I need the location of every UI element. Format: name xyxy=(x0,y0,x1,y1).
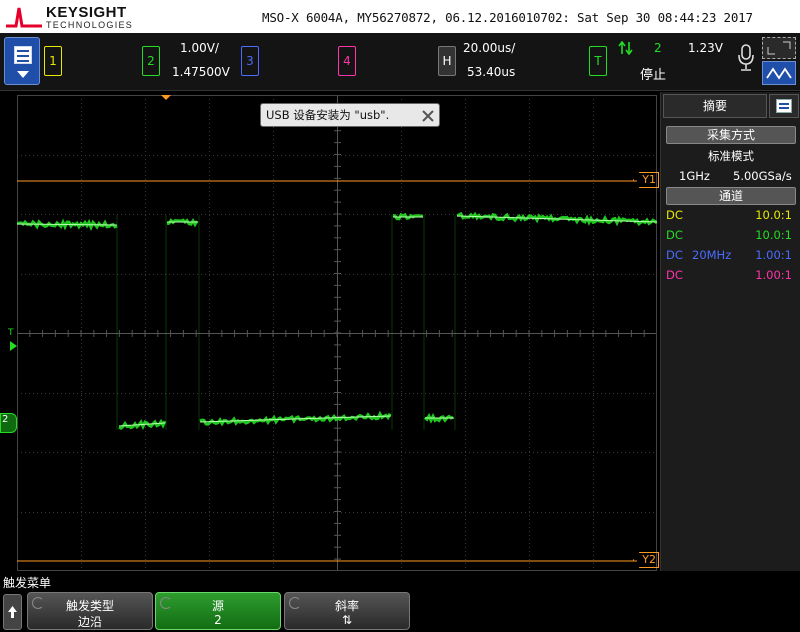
summary-panel: 摘要 采集方式 标准模式 1GHz 5.00GSa/s 通道 DC 10.0:1 D… xyxy=(660,92,800,571)
channel-2-button[interactable]: 2 xyxy=(142,46,160,76)
channel-2-scale[interactable]: 1.00V/ xyxy=(180,41,219,55)
trigger-position-marker-icon[interactable] xyxy=(160,95,172,100)
usb-notification-text: USB 设备安装为 "usb". xyxy=(266,108,389,122)
softkey-bar: 触发类型 边沿 源 2 斜率 ⇅ xyxy=(0,590,800,632)
channel-2-ground-marker[interactable]: 2 xyxy=(0,413,17,433)
softkey-trigger-type-label: 触发类型 xyxy=(28,597,152,614)
waveform-display[interactable] xyxy=(17,95,657,571)
chevron-down-icon xyxy=(17,71,29,78)
acquisition-section-header[interactable]: 采集方式 xyxy=(666,126,796,144)
channel-row-bandwidth-limit: 20MHz xyxy=(692,248,731,262)
channel-1-button[interactable]: 1 xyxy=(44,46,62,76)
softkey-trigger-type-value: 边沿 xyxy=(28,613,152,630)
softkey-trigger-type[interactable]: 触发类型 边沿 xyxy=(27,592,153,630)
channel-row-coupling: DC xyxy=(666,228,683,242)
channel-4-button[interactable]: 4 xyxy=(338,46,356,76)
softkey-source[interactable]: 源 2 xyxy=(155,592,281,630)
acquisition-mode: 标准模式 xyxy=(661,148,800,164)
brand-subtitle: TECHNOLOGIES xyxy=(46,20,133,30)
top-header-bar: KEYSIGHT TECHNOLOGIES MSO-X 6004A, MY562… xyxy=(0,0,800,33)
back-button[interactable] xyxy=(3,594,22,630)
channel-row-coupling: DC xyxy=(666,268,683,282)
menu-icon xyxy=(14,46,32,64)
horizontal-button[interactable]: H xyxy=(438,46,456,76)
channel-row-probe-ratio: 1.00:1 xyxy=(755,248,792,262)
channel-row-probe-ratio: 10.0:1 xyxy=(755,208,792,222)
channel-2-ground-label: 2 xyxy=(2,414,8,425)
trigger-button[interactable]: T xyxy=(589,46,607,76)
main-menu-button[interactable] xyxy=(4,37,40,85)
softkey-slope-value: ⇅ xyxy=(285,613,409,627)
channels-section-header[interactable]: 通道 xyxy=(666,187,796,205)
horizontal-delay[interactable]: 53.40us xyxy=(467,65,515,79)
acquisition-status: 停止 xyxy=(640,64,666,83)
list-icon xyxy=(776,99,792,113)
trigger-slope-icon xyxy=(618,41,634,55)
channel-row-coupling: DC xyxy=(666,208,683,222)
panel-list-button[interactable] xyxy=(769,94,799,118)
horizontal-timebase[interactable]: 20.00us/ xyxy=(463,41,515,55)
trigger-level-arrow-icon xyxy=(10,341,18,351)
zoom-select-icon[interactable] xyxy=(762,37,796,59)
channel-3-button[interactable]: 3 xyxy=(241,46,259,76)
trigger-level-marker[interactable]: T xyxy=(8,328,14,338)
channel-control-bar: 1 2 1.00V/ 1.47500V 3 4 H 20.00us/ 53.40… xyxy=(0,33,800,91)
trigger-level[interactable]: 1.23V xyxy=(688,41,723,55)
sample-rate: 5.00GSa/s xyxy=(733,169,792,183)
softkey-menu-title: 触发菜单 xyxy=(3,574,51,591)
softkey-slope[interactable]: 斜率 ⇅ xyxy=(284,592,410,630)
tab-summary[interactable]: 摘要 xyxy=(663,94,767,118)
channel-row-probe-ratio: 10.0:1 xyxy=(755,228,792,242)
usb-notification: USB 设备安装为 "usb". xyxy=(260,103,440,127)
arrow-up-icon xyxy=(4,595,21,629)
trigger-source[interactable]: 2 xyxy=(654,41,662,55)
keysight-logo: KEYSIGHT TECHNOLOGIES xyxy=(6,3,136,31)
graticule xyxy=(17,95,657,571)
microphone-icon[interactable] xyxy=(736,44,756,74)
brand-name: KEYSIGHT xyxy=(46,4,127,21)
channel-row-coupling: DC xyxy=(666,248,683,262)
softkey-source-value: 2 xyxy=(156,613,280,627)
bandwidth: 1GHz xyxy=(679,169,710,183)
channel-2-offset[interactable]: 1.47500V xyxy=(172,65,230,79)
instrument-info-line: MSO-X 6004A, MY56270872, 06.12.201601070… xyxy=(262,10,753,25)
close-icon[interactable] xyxy=(420,108,436,124)
keysight-wave-icon xyxy=(6,6,42,28)
softkey-source-label: 源 xyxy=(156,597,280,614)
softkey-slope-label: 斜率 xyxy=(285,597,409,614)
touch-mode-icon[interactable] xyxy=(762,61,796,85)
channel-row-probe-ratio: 1.00:1 xyxy=(755,268,792,282)
